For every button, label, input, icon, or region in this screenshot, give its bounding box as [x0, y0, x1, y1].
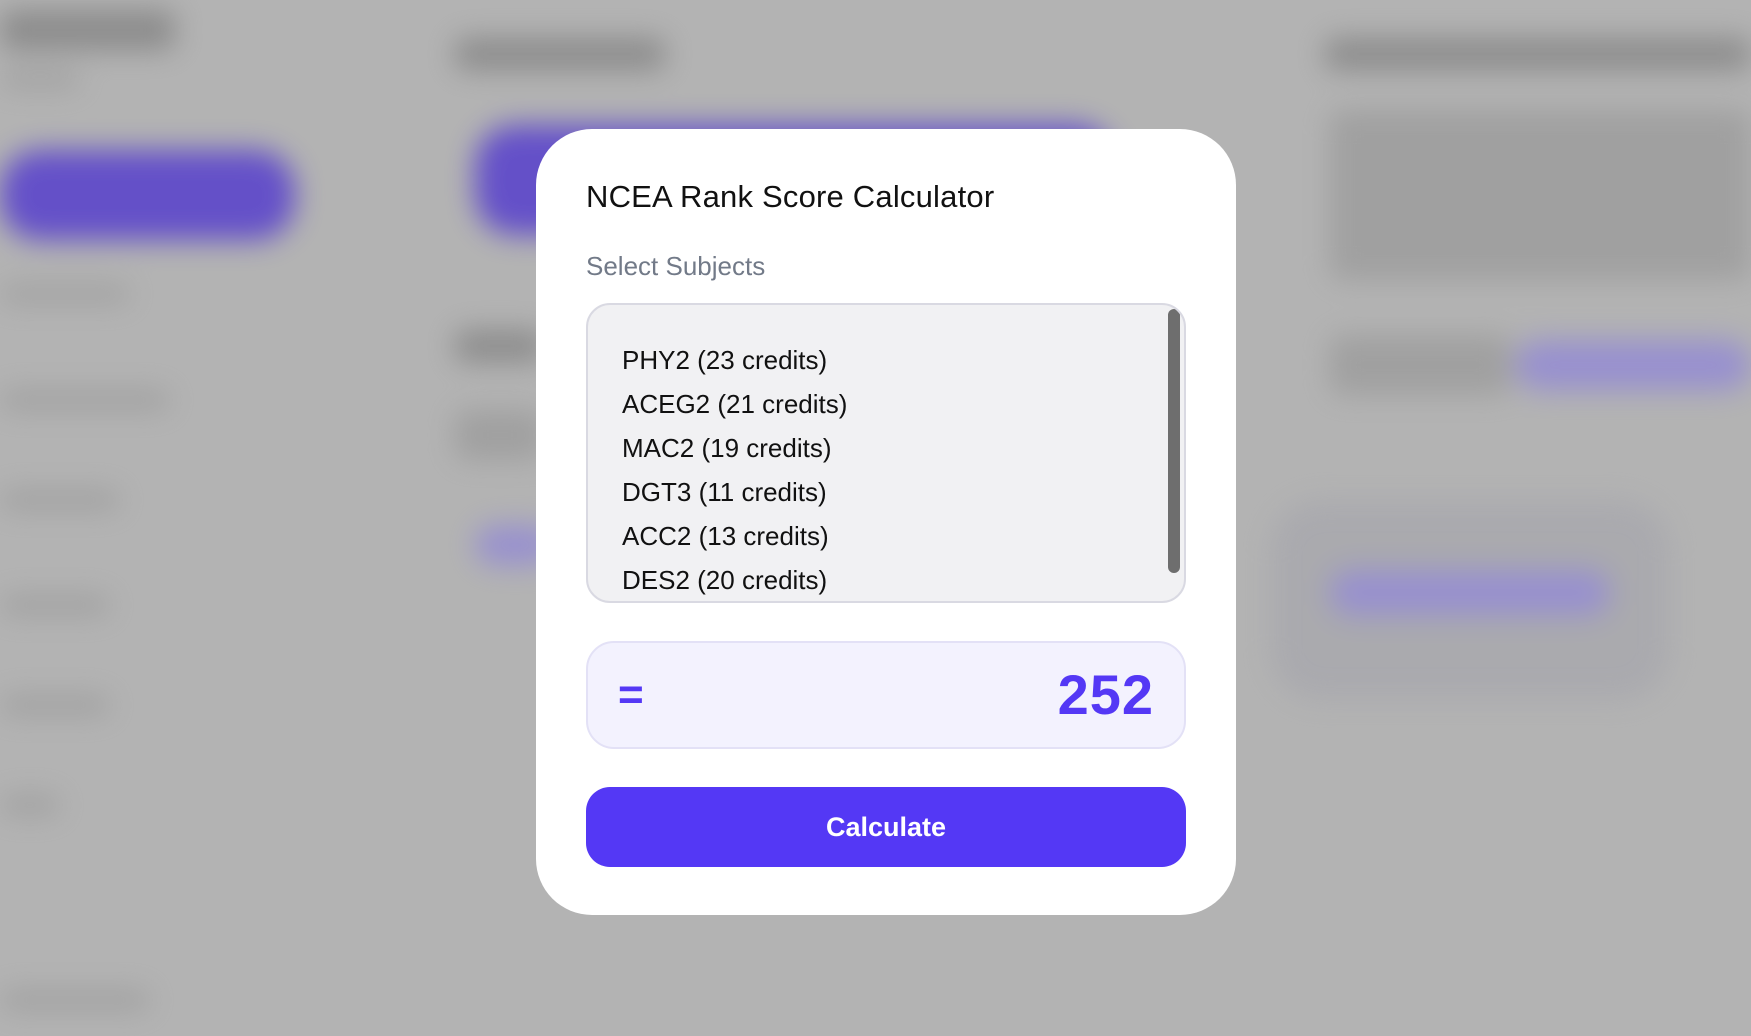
list-scrollbar-thumb[interactable]	[1168, 309, 1180, 573]
rank-score-value: 252	[1057, 663, 1154, 726]
bg-sidebar-item	[0, 595, 110, 615]
select-subjects-label: Select Subjects	[586, 251, 766, 281]
result-display: = 252	[586, 641, 1186, 749]
equals-icon: =	[618, 670, 644, 719]
subject-option[interactable]: ACEG2 (21 credits)	[622, 382, 1184, 426]
bg-logo	[0, 10, 175, 50]
ncea-calculator-dialog: NCEA Rank Score Calculator Select Subjec…	[536, 129, 1236, 915]
bg-sidebar-item	[0, 390, 170, 410]
bg-sidebar-active-item	[0, 150, 295, 240]
bg-main-subheading	[455, 330, 545, 362]
bg-sidebar-item	[0, 795, 60, 815]
bg-right-input	[1330, 335, 1510, 395]
bg-main-text	[455, 410, 545, 460]
bg-right-heading	[1325, 38, 1751, 70]
subject-option[interactable]: PHY2 (23 credits)	[622, 338, 1184, 382]
bg-right-card	[1330, 110, 1751, 280]
dialog-title: NCEA Rank Score Calculator	[586, 179, 995, 214]
subject-option[interactable]: ACC2 (13 credits)	[622, 514, 1184, 558]
bg-right-panel-chip	[1330, 570, 1610, 615]
subject-option[interactable]: DES2 (20 credits)	[622, 558, 1184, 601]
bg-sidebar-item	[0, 990, 150, 1010]
bg-sidebar-subtitle	[0, 70, 80, 88]
subject-option[interactable]: DGT3 (11 credits)	[622, 470, 1184, 514]
calculate-button[interactable]: Calculate	[586, 787, 1186, 867]
bg-sidebar-item	[0, 285, 130, 303]
subject-list[interactable]: PHY2 (23 credits) ACEG2 (21 credits) MAC…	[586, 303, 1186, 603]
bg-main-heading	[455, 38, 665, 70]
bg-right-button	[1515, 340, 1751, 390]
subject-option[interactable]: MAC2 (19 credits)	[622, 426, 1184, 470]
bg-sidebar-item	[0, 490, 120, 510]
bg-sidebar-item	[0, 695, 110, 715]
